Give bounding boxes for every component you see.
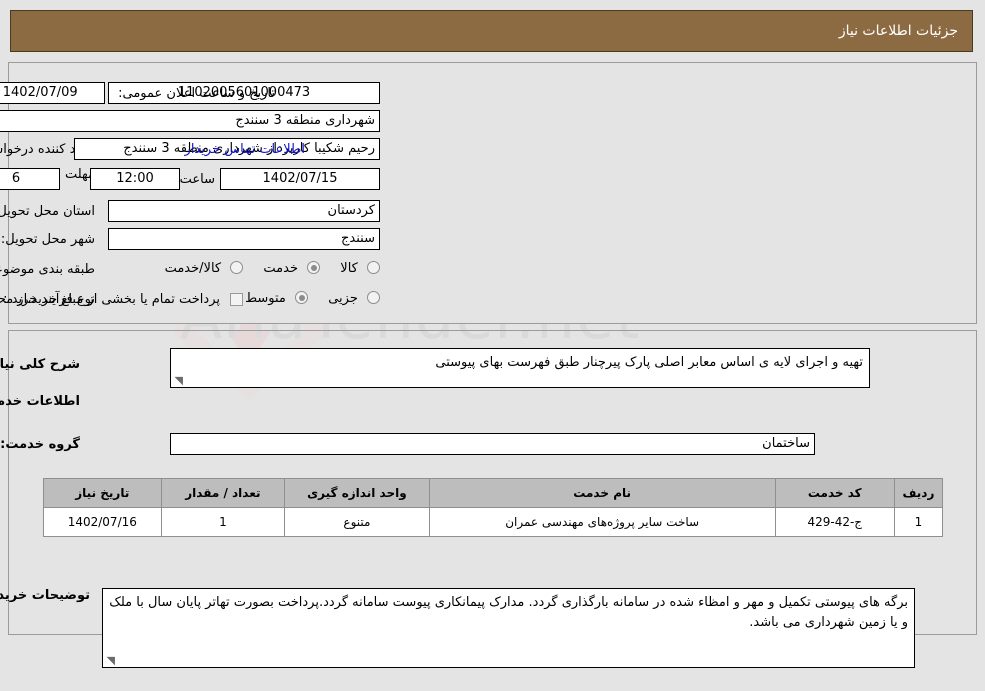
process-type-radio-group[interactable]: جزیی متوسط <box>229 291 380 306</box>
process-radio-jozei[interactable] <box>367 291 380 304</box>
category-label-kala-khedmat: کالا/خدمت <box>164 261 222 276</box>
buyer-org-value: شهرداری منطقه 3 سنندج <box>0 110 380 132</box>
category-radio-khedmat[interactable] <box>307 261 321 274</box>
treasury-bonds-note: پرداخت تمام یا بخشی از مبلغ خرید،از محل … <box>0 292 220 307</box>
category-radio-kala-khedmat[interactable] <box>230 261 244 274</box>
days-remaining-value: 6 <box>0 168 60 190</box>
process-radio-motavaset[interactable] <box>295 291 309 304</box>
province-label: استان محل تحویل: <box>0 204 95 219</box>
resize-grip-icon[interactable]: ◥ <box>173 375 183 386</box>
general-desc-textarea[interactable]: تهیه و اجرای لایه ی اساس معابر اصلی پارک… <box>170 348 870 388</box>
service-group-label: گروه خدمت: <box>0 437 80 452</box>
services-section-heading: اطلاعات خدمات مورد نیاز <box>0 394 80 409</box>
deadline-hour-label: ساعت <box>179 172 215 187</box>
process-label-jozei: جزیی <box>328 291 358 306</box>
buyer-notes-value: برگه های پیوستی تکمیل و مهر و امظاء شده … <box>109 595 908 630</box>
category-radio-kala[interactable] <box>367 261 380 274</box>
announce-datetime-value: 1402/07/09 - 10:34 <box>0 82 105 104</box>
service-group-value: ساختمان <box>170 433 815 455</box>
page-title: جزئیات اطلاعات نیاز <box>838 23 958 39</box>
announce-datetime-label: تاریخ و ساعت اعلان عمومی: <box>118 86 275 101</box>
city-label: شهر محل تحویل: <box>0 232 95 247</box>
category-label: طبقه بندی موضوعی: <box>0 262 95 277</box>
buyer-contact-link[interactable]: اطلاعات تماس خریدار <box>185 142 305 157</box>
general-desc-label: شرح کلی نیاز: <box>0 357 80 372</box>
province-value: کردستان <box>108 200 380 222</box>
page-header: جزئیات اطلاعات نیاز <box>10 10 973 52</box>
city-value: سنندج <box>108 228 380 250</box>
process-label-motavaset: متوسط <box>245 291 286 306</box>
treasury-bonds-checkbox[interactable] <box>230 293 243 306</box>
category-label-kala: کالا <box>340 261 358 276</box>
category-label-khedmat: خدمت <box>263 261 298 276</box>
general-desc-value: تهیه و اجرای لایه ی اساس معابر اصلی پارک… <box>435 355 863 370</box>
deadline-time-value: 12:00 <box>90 168 180 190</box>
resize-grip-icon-notes[interactable]: ◥ <box>105 655 115 666</box>
buyer-notes-label: توضیحات خریدار: <box>0 588 90 603</box>
deadline-date-value: 1402/07/15 <box>220 168 380 190</box>
category-radio-group[interactable]: کالا خدمت کالا/خدمت <box>149 261 380 276</box>
buyer-notes-textarea[interactable]: برگه های پیوستی تکمیل و مهر و امظاء شده … <box>102 588 915 668</box>
